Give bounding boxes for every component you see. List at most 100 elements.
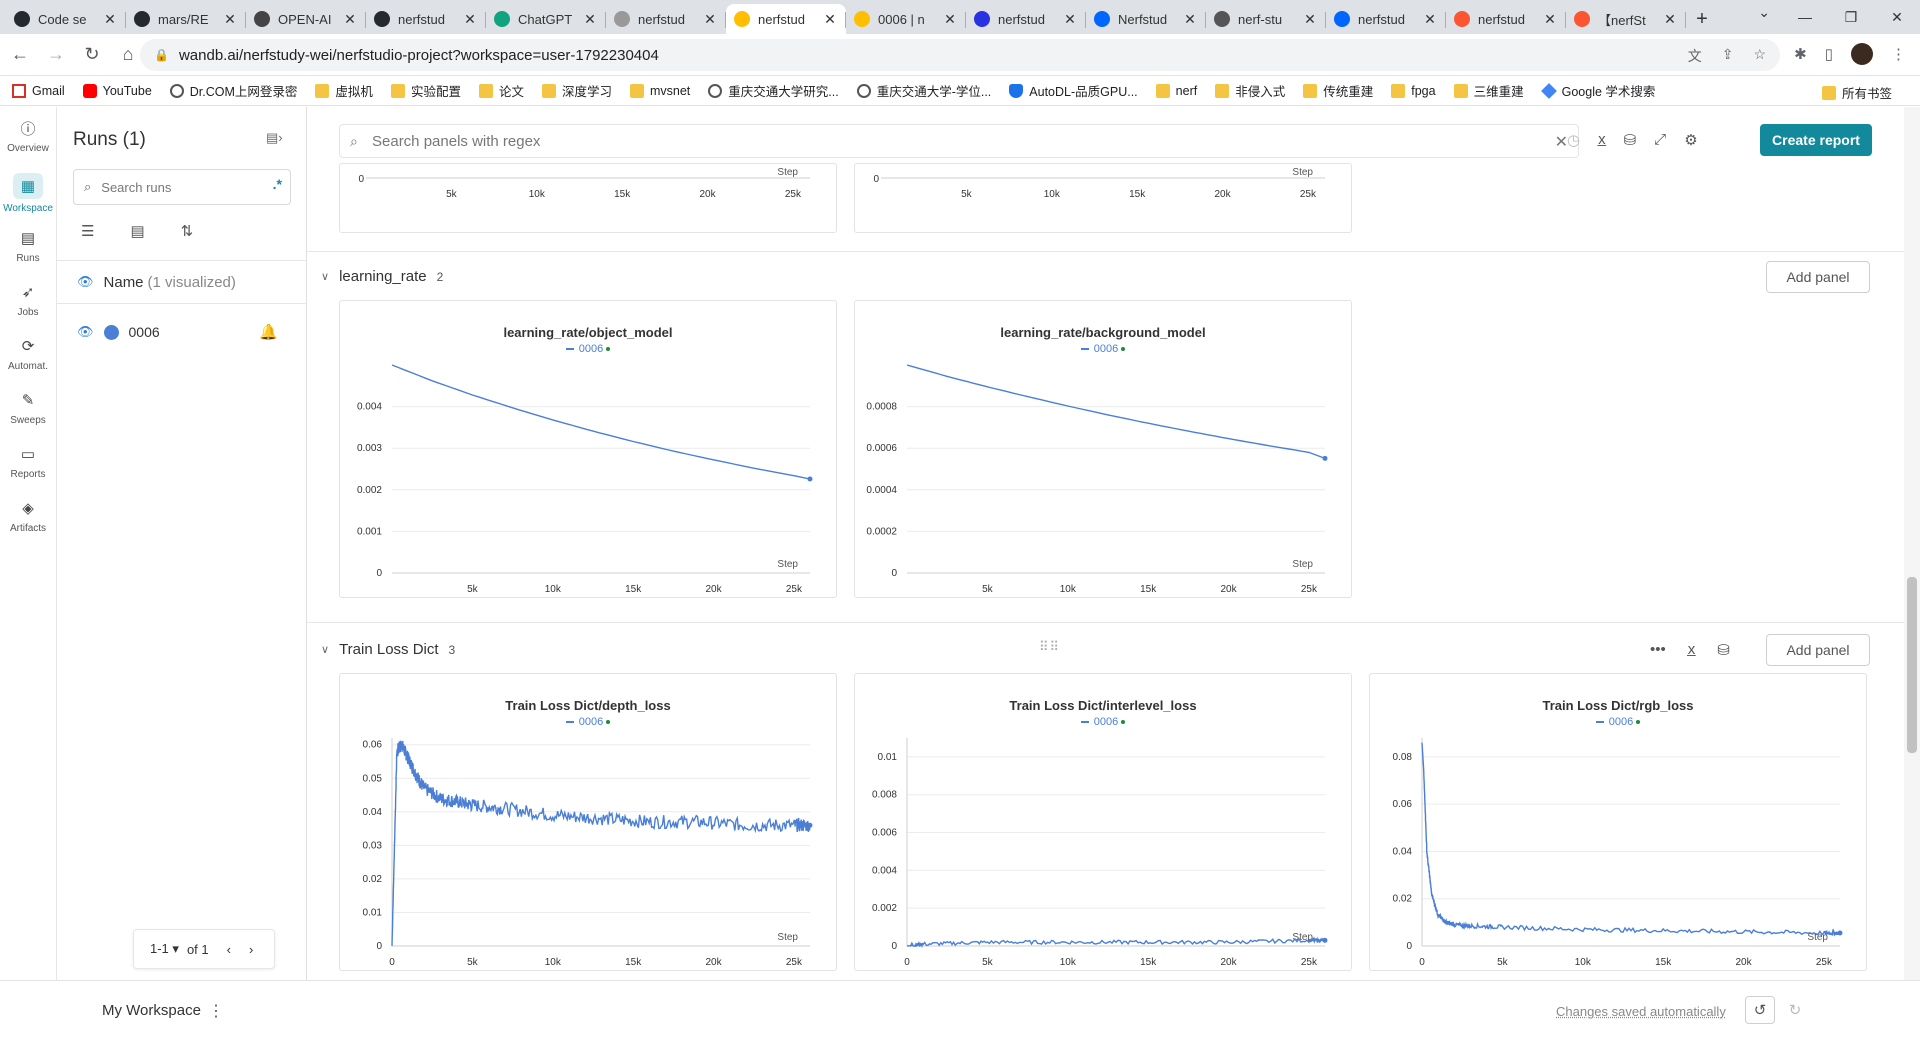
page-range-select[interactable]: 1-1 ▾ [150, 941, 179, 957]
close-tab-icon[interactable]: ✕ [1662, 11, 1678, 28]
chart-panel[interactable]: 0 0.002 0.004 0.006 0.008 0.01 0 5k 10k 15k 20k 25k… [854, 673, 1352, 971]
star-icon[interactable]: ☆ [1753, 46, 1766, 66]
browser-tab[interactable]: nerf-stu ✕ [1206, 4, 1326, 34]
nav-item-jobs[interactable]: ➶ Jobs [0, 281, 56, 318]
bookmark-item[interactable]: 三维重建 [1453, 81, 1524, 100]
bookmark-item[interactable]: Dr.COM上网登录密 [169, 81, 297, 100]
close-tab-icon[interactable]: ✕ [342, 11, 358, 28]
history-icon[interactable]: ◷ [1567, 131, 1580, 149]
runs-name-header[interactable]: 👁 Name (1 visualized) [57, 260, 306, 304]
sidepanel-icon[interactable]: ▯ [1825, 45, 1833, 63]
bookmark-item[interactable]: 非侵入式 [1215, 81, 1285, 100]
restore-icon[interactable]: ❐ [1828, 0, 1874, 34]
bookmark-item[interactable]: Google 学术搜索 [1540, 81, 1655, 100]
back-arrow-icon[interactable]: ← [4, 39, 36, 71]
sort-icon[interactable]: ⇅ [181, 222, 194, 240]
close-tab-icon[interactable]: ✕ [1302, 11, 1318, 28]
search-runs-input[interactable]: ⌕ Search runs .* [73, 169, 291, 205]
url-input[interactable]: 🔒 wandb.ai/nerfstudy-wei/nerfstudio-proj… [140, 39, 1780, 71]
browser-tab[interactable]: mars/RE ✕ [126, 4, 246, 34]
tab-search-chevron-icon[interactable]: ⌄ [1758, 4, 1770, 21]
clear-icon[interactable]: ✕ [1555, 132, 1568, 152]
nav-item-artifacts[interactable]: ◈ Artifacts [0, 497, 56, 534]
more-options-icon[interactable]: ••• [1650, 641, 1666, 659]
smoothing-icon[interactable]: ⤢ [1654, 131, 1666, 149]
nav-item-runs[interactable]: ▤ Runs [0, 227, 56, 264]
nav-item-automat[interactable]: ⟳ Automat. [0, 335, 56, 372]
browser-tab[interactable]: 【nerfSt ✕ [1566, 4, 1686, 34]
create-report-button[interactable]: Create report [1760, 124, 1872, 156]
section-header-train-loss-dict[interactable]: ∨ Train Loss Dict 3 [321, 641, 455, 658]
chart-panel[interactable]: 0 0.001 0.002 0.003 0.004 5k 10k 15k 20k 25k Step l… [339, 300, 837, 598]
expand-table-icon[interactable]: ▤› [266, 130, 292, 146]
profile-avatar[interactable] [1851, 43, 1873, 65]
redo-icon[interactable]: ↻ [1780, 996, 1810, 1024]
browser-tab[interactable]: OPEN-AI ✕ [246, 4, 366, 34]
scrollbar[interactable] [1904, 107, 1920, 980]
search-panels-input[interactable]: ⌕ Search panels with regex ✕ [339, 124, 1579, 158]
eye-icon[interactable]: 👁 [77, 324, 94, 340]
nav-item-workspace[interactable]: ▦ Workspace [0, 173, 56, 214]
minimize-icon[interactable]: — [1782, 0, 1828, 34]
run-color-dot[interactable] [103, 324, 119, 340]
workspace-menu-icon[interactable]: ⋮ [208, 1001, 224, 1021]
browser-tab[interactable]: Code se ✕ [6, 4, 126, 34]
gear-icon[interactable]: ⚙ [1684, 131, 1697, 149]
bell-icon[interactable]: 🔔 [259, 323, 278, 341]
run-name[interactable]: 0006 [129, 324, 160, 340]
close-tab-icon[interactable]: ✕ [1062, 11, 1078, 28]
browser-tab[interactable]: ChatGPT ✕ [486, 4, 606, 34]
x-axis-icon[interactable]: x̲ [1688, 641, 1696, 659]
regex-toggle[interactable]: .* [273, 176, 282, 192]
undo-icon[interactable]: ↺ [1745, 996, 1775, 1024]
kebab-menu-icon[interactable]: ⋮ [1891, 45, 1906, 63]
browser-tab[interactable]: Nerfstud ✕ [1086, 4, 1206, 34]
section-header-learning-rate[interactable]: ∨ learning_rate 2 [321, 268, 443, 285]
panel-settings-icon[interactable]: ⛁ [1717, 641, 1730, 659]
browser-tab[interactable]: nerfstud ✕ [726, 4, 846, 34]
drag-handle-icon[interactable]: ⠿⠿ [1039, 639, 1060, 655]
share-icon[interactable]: ⇪ [1722, 46, 1734, 66]
bookmark-item[interactable]: 重庆交通大学研究... [708, 81, 839, 100]
bookmark-item[interactable]: 重庆交通大学-学位... [856, 81, 991, 100]
chevron-down-icon[interactable]: ∨ [321, 643, 329, 656]
chart-panel-partial-left[interactable]: 0 Step 5k 10k 15k 20k 25k [339, 163, 837, 233]
bookmark-item[interactable]: 论文 [478, 81, 524, 100]
chevron-down-icon[interactable]: ∨ [321, 270, 329, 283]
chart-panel[interactable]: 0 0.01 0.02 0.03 0.04 0.05 0.06 0 5k 10k 15k 20k 25k… [339, 673, 837, 971]
bookmark-item[interactable]: 深度学习 [541, 81, 612, 100]
bookmark-item[interactable]: AutoDL-品质GPU... [1009, 81, 1138, 100]
bookmark-item[interactable]: nerf [1155, 83, 1197, 98]
close-tab-icon[interactable]: ✕ [822, 11, 838, 28]
eye-icon[interactable]: 👁 [77, 274, 94, 290]
browser-tab[interactable]: nerfstud ✕ [1326, 4, 1446, 34]
extensions-icon[interactable]: ✱ [1794, 45, 1807, 63]
x-axis-icon[interactable]: x̲ [1598, 131, 1606, 149]
workspace-name[interactable]: My Workspace [102, 1002, 201, 1019]
chart-panel-partial-right[interactable]: 0 Step 5k 10k 15k 20k 25k [854, 163, 1352, 233]
reload-icon[interactable]: ↻ [76, 39, 108, 71]
close-tab-icon[interactable]: ✕ [582, 11, 598, 28]
forward-arrow-icon[interactable]: → [40, 39, 72, 71]
panel-settings-icon[interactable]: ⛁ [1624, 131, 1637, 149]
chart-panel[interactable]: 0 0.02 0.04 0.06 0.08 0 5k 10k 15k 20k 25k Step Trai… [1369, 673, 1867, 971]
browser-tab[interactable]: nerfstud ✕ [606, 4, 726, 34]
scrollbar-thumb[interactable] [1907, 577, 1917, 753]
close-tab-icon[interactable]: ✕ [1182, 11, 1198, 28]
close-tab-icon[interactable]: ✕ [462, 11, 478, 28]
bookmark-item[interactable]: 实验配置 [390, 81, 461, 100]
bookmark-item[interactable]: Gmail [12, 83, 65, 98]
prev-page-icon[interactable]: ‹ [227, 942, 231, 957]
close-tab-icon[interactable]: ✕ [222, 11, 238, 28]
nav-item-reports[interactable]: ▭ Reports [0, 443, 56, 480]
browser-tab[interactable]: nerfstud ✕ [1446, 4, 1566, 34]
nav-item-overview[interactable]: ⓘ Overview [0, 117, 56, 155]
nav-item-sweeps[interactable]: ✎ Sweeps [0, 389, 56, 426]
filter-icon[interactable]: ☰ [81, 222, 94, 240]
run-row[interactable]: 👁 0006 🔔 [57, 316, 306, 348]
next-page-icon[interactable]: › [249, 942, 253, 957]
close-tab-icon[interactable]: ✕ [702, 11, 718, 28]
all-bookmarks[interactable]: 所有书签 [1821, 83, 1892, 102]
bookmark-item[interactable]: 虚拟机 [315, 81, 373, 100]
close-tab-icon[interactable]: ✕ [102, 11, 118, 28]
